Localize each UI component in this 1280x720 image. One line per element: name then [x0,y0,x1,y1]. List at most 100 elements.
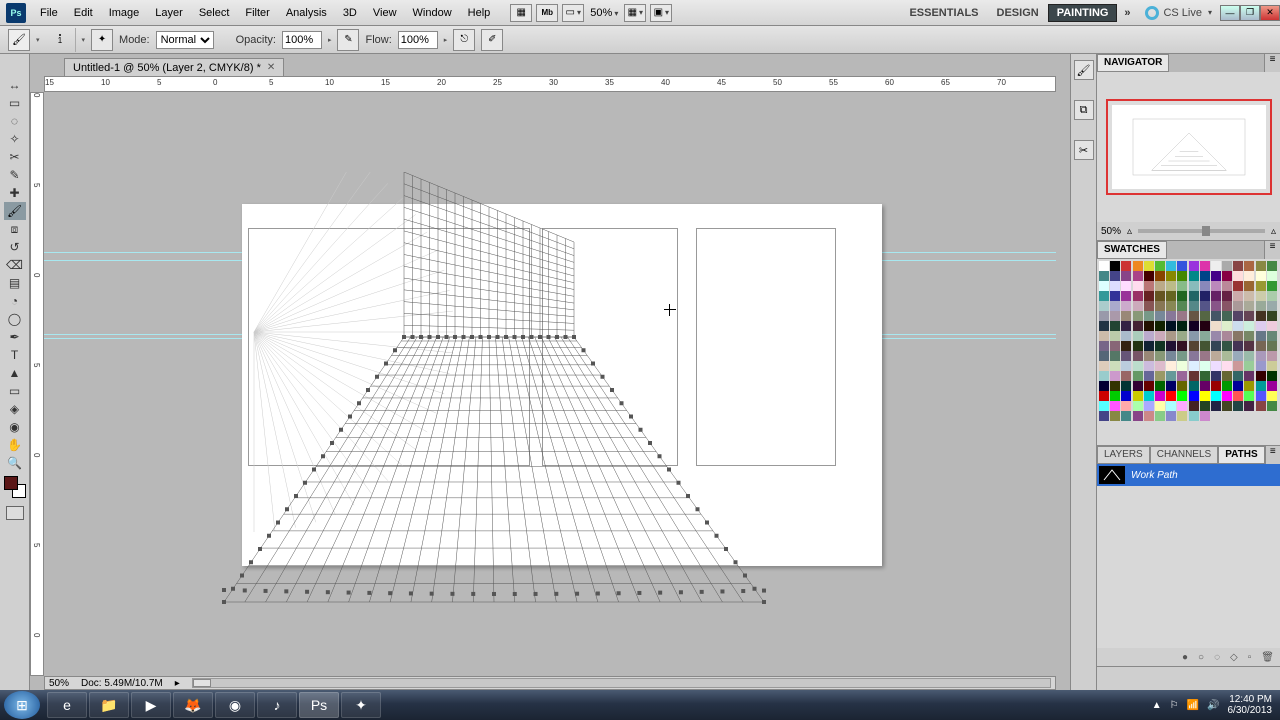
swatch[interactable] [1200,271,1210,281]
taskbar-itunes-icon[interactable]: ♪ [257,692,297,718]
swatch[interactable] [1099,301,1109,311]
swatch[interactable] [1222,281,1232,291]
swatch[interactable] [1200,381,1210,391]
swatch[interactable] [1110,261,1120,271]
swatch[interactable] [1121,331,1131,341]
swatch[interactable] [1121,271,1131,281]
zoom-out-icon[interactable]: ▵ [1127,226,1132,237]
tab-close-icon[interactable]: ✕ [267,62,275,73]
swatch[interactable] [1189,341,1199,351]
swatch[interactable] [1211,351,1221,361]
swatch[interactable] [1166,401,1176,411]
swatch[interactable] [1110,311,1120,321]
swatch[interactable] [1166,291,1176,301]
color-picker[interactable] [4,476,26,498]
tray-flag-icon[interactable]: ⚐ [1170,700,1179,711]
navigator-zoom-slider[interactable] [1138,229,1265,233]
swatch[interactable] [1244,321,1254,331]
selection-path-icon[interactable]: ◌ [1214,652,1220,663]
swatch[interactable] [1267,351,1277,361]
swatch[interactable] [1144,381,1154,391]
screenmode-icon[interactable]: ▣▾ [650,4,672,22]
swatch[interactable] [1144,371,1154,381]
swatch[interactable] [1233,321,1243,331]
cslive-button[interactable]: CS Live▾ [1145,6,1212,20]
swatch[interactable] [1267,301,1277,311]
swatch[interactable] [1177,381,1187,391]
swatch[interactable] [1110,401,1120,411]
workspace-painting[interactable]: PAINTING [1048,4,1118,22]
swatch[interactable] [1256,331,1266,341]
swatch[interactable] [1166,351,1176,361]
tray-sound-icon[interactable]: 🔊 [1207,700,1219,711]
swatch[interactable] [1099,261,1109,271]
paths-tab[interactable]: PATHS [1218,446,1264,464]
swatch[interactable] [1244,291,1254,301]
taskbar-folder-icon[interactable]: 📁 [89,692,129,718]
swatch[interactable] [1189,291,1199,301]
status-zoom[interactable]: 50% [49,678,69,689]
swatch[interactable] [1233,271,1243,281]
clone-panel-icon[interactable]: ⧉ [1074,100,1094,120]
swatch[interactable] [1189,381,1199,391]
swatch[interactable] [1121,411,1131,421]
swatch[interactable] [1177,311,1187,321]
swatch[interactable] [1144,311,1154,321]
swatch[interactable] [1177,321,1187,331]
stamp-tool[interactable]: ⧈ [4,220,26,238]
menu-filter[interactable]: Filter [237,0,277,25]
panel-menu-icon[interactable]: ≡ [1264,241,1280,259]
eyedropper-tool[interactable]: ✎ [4,166,26,184]
panel-menu-icon[interactable]: ≡ [1265,446,1280,464]
swatch[interactable] [1244,311,1254,321]
swatch[interactable] [1121,381,1131,391]
taskbar-chrome-icon[interactable]: ◉ [215,692,255,718]
workspace-more-icon[interactable]: » [1117,7,1137,19]
swatch[interactable] [1133,331,1143,341]
menu-edit[interactable]: Edit [66,0,101,25]
swatch[interactable] [1211,381,1221,391]
swatch[interactable] [1244,301,1254,311]
tray-clock[interactable]: 12:40 PM6/30/2013 [1228,694,1273,716]
swatch[interactable] [1211,261,1221,271]
swatch[interactable] [1155,271,1165,281]
swatch[interactable] [1099,391,1109,401]
swatch[interactable] [1177,341,1187,351]
menu-image[interactable]: Image [101,0,148,25]
panel-menu-icon[interactable]: ≡ [1264,54,1280,72]
swatch[interactable] [1155,331,1165,341]
swatch[interactable] [1222,401,1232,411]
taskbar-app-icon[interactable]: ✦ [341,692,381,718]
swatch[interactable] [1155,291,1165,301]
swatch[interactable] [1155,321,1165,331]
swatch[interactable] [1244,351,1254,361]
swatch[interactable] [1166,361,1176,371]
swatch[interactable] [1244,331,1254,341]
layers-tab[interactable]: LAYERS [1097,446,1150,464]
swatch[interactable] [1099,401,1109,411]
dodge-tool[interactable]: ◯ [4,310,26,328]
swatch[interactable] [1166,321,1176,331]
zoom-readout[interactable]: 50%▾ [586,7,622,19]
swatch[interactable] [1110,351,1120,361]
swatch[interactable] [1222,341,1232,351]
swatch[interactable] [1233,381,1243,391]
quickmask-toggle[interactable] [6,506,24,520]
swatch[interactable] [1233,281,1243,291]
swatch[interactable] [1177,391,1187,401]
make-work-path-icon[interactable]: ◇ [1230,652,1238,663]
swatch[interactable] [1189,261,1199,271]
path-select-tool[interactable]: ▲ [4,364,26,382]
swatch[interactable] [1099,331,1109,341]
swatch[interactable] [1099,291,1109,301]
swatch[interactable] [1267,311,1277,321]
swatch[interactable] [1177,281,1187,291]
swatch[interactable] [1099,281,1109,291]
pen-tool[interactable]: ✒ [4,328,26,346]
swatch[interactable] [1133,381,1143,391]
swatch[interactable] [1189,331,1199,341]
swatch[interactable] [1110,341,1120,351]
status-docsize[interactable]: Doc: 5.49M/10.7M [81,678,163,689]
swatch[interactable] [1155,371,1165,381]
swatch[interactable] [1155,381,1165,391]
